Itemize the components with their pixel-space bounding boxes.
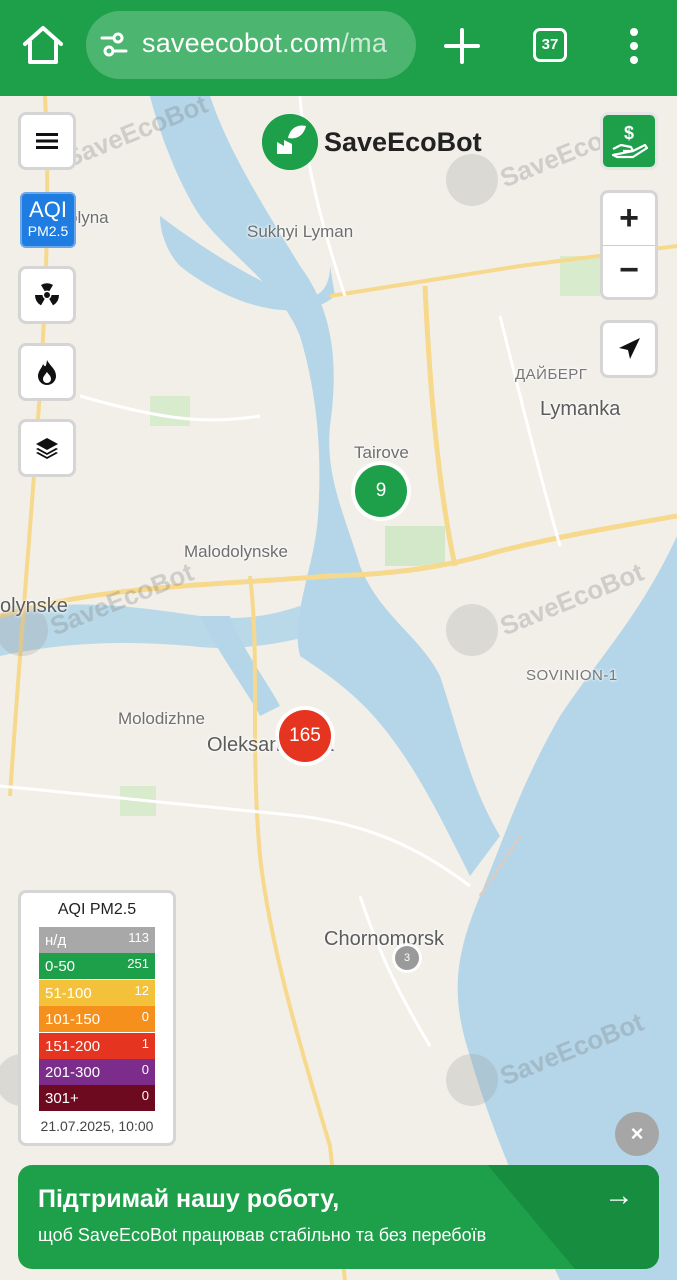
saveecobot-logo: SaveEcoBot [262,114,482,170]
radiation-layer-button[interactable] [18,266,76,324]
aqi-marker-chornomorsk[interactable]: 3 [395,946,419,970]
arrow-right-icon[interactable]: → [604,1179,634,1213]
logo-text: SaveEcoBot [324,126,482,157]
layers-button[interactable] [18,419,76,477]
legend-row: 201-300 0 [39,1059,155,1085]
home-icon[interactable] [20,22,66,68]
legend-row: 101-150 0 [39,1006,155,1032]
address-bar[interactable]: saveecobot.com/ma [86,11,416,79]
legend-row: н/д 113 [39,927,155,953]
place-label: Sukhyi Lyman [247,222,354,241]
my-location-button[interactable] [600,320,658,378]
place-label: Chornomorsk [324,928,445,950]
fire-layer-button[interactable] [18,343,76,401]
zoom-out-button[interactable]: − [603,246,655,298]
place-label: olynske [0,595,68,617]
legend-row: 151-200 1 [39,1033,155,1059]
place-label: Tairove [354,443,409,462]
aqi-marker-oleksandrivka[interactable]: 165 [279,710,331,762]
aqi-legend: AQI PM2.5 н/д 113 0-50 251 51-100 12 101-15… [18,890,176,1146]
layers-icon [36,438,58,459]
url-text: saveecobot.com/ma [142,28,388,58]
legend-title: AQI PM2.5 [57,901,137,918]
place-label: Malodolynske [184,542,288,561]
more-menu-icon[interactable] [620,26,648,66]
donate-button[interactable]: $ [600,112,658,170]
aqi-button-label: AQI [29,197,67,222]
site-settings-icon[interactable] [100,32,128,58]
tab-switcher-button[interactable]: 37 [533,28,567,62]
place-label: SOVINION-1 [526,667,618,684]
support-banner[interactable]: Підтримай нашу роботу, щоб SaveEcoBot пр… [18,1165,659,1269]
place-label: ДАЙБЕРГ [515,366,588,383]
legend-timestamp: 21.07.2025, 10:00 [40,1118,154,1134]
menu-button[interactable] [18,112,76,170]
aqi-pm25-layer-button[interactable]: AQI PM2.5 [20,192,76,248]
map-view[interactable]: SaveEcoBot SaveEcoBot SaveEcoBot SaveEco… [0,96,677,1280]
legend-row: 51-100 12 [39,980,155,1006]
close-banner-button[interactable]: × [615,1112,659,1156]
banner-heading: Підтримай нашу роботу, [38,1185,340,1213]
location-arrow-icon [619,338,640,359]
browser-toolbar: saveecobot.com/ma 37 [0,0,677,96]
legend-row: 301+ 0 [39,1085,155,1111]
hamburger-icon [36,133,58,149]
aqi-button-sublabel: PM2.5 [27,223,69,239]
new-tab-icon[interactable] [442,26,482,66]
watermark-logo [446,1054,498,1106]
donate-hand-icon: $ [611,123,649,159]
svg-text:$: $ [624,123,634,143]
zoom-control: + − [600,190,658,300]
zoom-in-button[interactable]: + [603,193,655,245]
place-label: Lymanka [540,398,621,420]
watermark-logo [446,604,498,656]
place-label: Molodizhne [118,709,205,728]
flame-icon [38,360,56,385]
leaf-logo-icon [262,114,318,170]
radiation-icon [34,283,59,306]
legend-row: 0-50 251 [39,953,155,979]
aqi-marker-tairove[interactable]: 9 [355,465,407,517]
banner-subtext: щоб SaveEcoBot працював стабільно та без… [38,1225,487,1245]
